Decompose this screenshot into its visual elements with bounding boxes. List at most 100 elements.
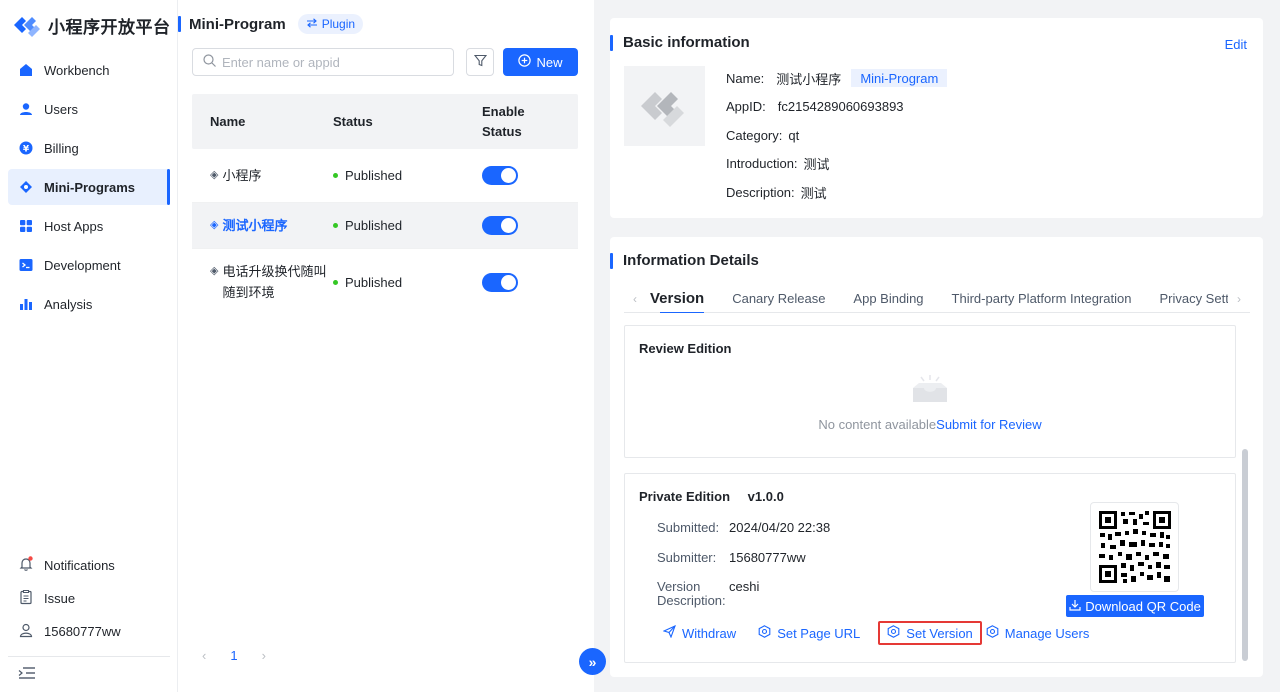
tab-version[interactable]: Version bbox=[646, 285, 718, 313]
title-accent-bar bbox=[610, 252, 613, 269]
sidebar-item-host-apps[interactable]: Host Apps bbox=[8, 208, 170, 244]
svg-text:¥: ¥ bbox=[23, 145, 30, 155]
submit-for-review-link[interactable]: Submit for Review bbox=[936, 417, 1041, 432]
sidebar-nav: Workbench Users ¥ Billing Mini-Programs … bbox=[8, 52, 170, 325]
basic-info-card: Basic information Edit Name: 测试小程序 Mini-… bbox=[610, 18, 1263, 218]
filter-button[interactable] bbox=[466, 48, 494, 76]
table-row[interactable]: ◈ 测试小程序 Published bbox=[192, 203, 578, 249]
details-tabs: ‹ Version Canary Release App Binding Thi… bbox=[624, 285, 1250, 313]
user-name: 15680777ww bbox=[44, 624, 121, 639]
sidebar-item-mini-programs[interactable]: Mini-Programs bbox=[8, 169, 170, 205]
sidebar: 小程序开放平台 Workbench Users ¥ Billing Mini-P… bbox=[0, 0, 178, 692]
title-accent-bar bbox=[610, 34, 613, 51]
enable-toggle[interactable] bbox=[482, 166, 518, 185]
status-dot bbox=[333, 223, 338, 228]
page-number[interactable]: 1 bbox=[230, 648, 237, 663]
set-page-url-button[interactable]: Set Page URL bbox=[754, 621, 864, 645]
diamond-icon: ◈ bbox=[210, 219, 219, 231]
send-icon bbox=[662, 624, 676, 641]
sidebar-bottom: Notifications Issue 15680777ww bbox=[8, 549, 170, 648]
withdraw-label: Withdraw bbox=[682, 625, 737, 641]
row-name: 电话升级换代随叫随到环境 bbox=[222, 264, 327, 300]
row-name: 小程序 bbox=[222, 168, 262, 183]
search-box bbox=[192, 48, 454, 76]
sidebar-item-workbench[interactable]: Workbench bbox=[8, 52, 170, 88]
sidebar-item-label: Development bbox=[44, 257, 121, 273]
edit-link[interactable]: Edit bbox=[1225, 37, 1247, 52]
description-value: 测试 bbox=[800, 185, 827, 201]
hex-settings-icon bbox=[986, 625, 999, 641]
withdraw-button[interactable]: Withdraw bbox=[659, 621, 740, 645]
download-icon bbox=[1069, 599, 1081, 614]
analysis-icon bbox=[18, 296, 34, 312]
search-input[interactable] bbox=[222, 54, 442, 70]
scrollbar-thumb[interactable] bbox=[1242, 449, 1248, 661]
submitted-label: Submitted: bbox=[657, 520, 720, 535]
tab-third-party-integration[interactable]: Third-party Platform Integration bbox=[938, 285, 1146, 313]
category-value: qt bbox=[788, 127, 800, 143]
brand-logo[interactable]: 小程序开放平台 bbox=[12, 12, 171, 38]
hex-settings-icon bbox=[887, 625, 900, 641]
expand-panel-button[interactable]: » bbox=[579, 648, 606, 675]
tab-app-binding[interactable]: App Binding bbox=[839, 285, 937, 313]
row-name: 测试小程序 bbox=[222, 218, 288, 233]
host-apps-icon bbox=[18, 218, 34, 234]
new-button[interactable]: New bbox=[503, 48, 578, 76]
column-header-enable-status: Enable Status bbox=[482, 103, 525, 139]
submitted-value: 2024/04/20 22:38 bbox=[729, 520, 831, 535]
sidebar-item-label: Issue bbox=[44, 591, 76, 606]
scrollbar[interactable] bbox=[1242, 325, 1248, 665]
sidebar-collapse-button[interactable] bbox=[8, 656, 170, 692]
prev-page-icon[interactable]: ‹ bbox=[202, 648, 206, 663]
introduction-label: Introduction: bbox=[726, 156, 798, 172]
details-title: Information Details bbox=[623, 252, 759, 269]
empty-box-icon bbox=[910, 374, 950, 407]
plugin-tag-label: Plugin bbox=[321, 17, 356, 31]
review-edition-panel: Review Edition No content availableSubmi… bbox=[624, 325, 1236, 458]
tab-canary-release[interactable]: Canary Release bbox=[718, 285, 839, 313]
development-icon bbox=[18, 257, 34, 273]
hex-settings-icon bbox=[758, 625, 771, 641]
tab-scroll-right-icon[interactable]: › bbox=[1228, 292, 1250, 306]
sidebar-item-billing[interactable]: ¥ Billing bbox=[8, 130, 170, 166]
billing-icon: ¥ bbox=[18, 140, 34, 156]
basic-info-title: Basic information bbox=[623, 34, 750, 51]
name-label: Name: bbox=[726, 70, 765, 86]
sidebar-item-issue[interactable]: Issue bbox=[8, 582, 170, 615]
name-value: 测试小程序 bbox=[776, 71, 842, 87]
sidebar-item-users[interactable]: Users bbox=[8, 91, 170, 127]
qr-code bbox=[1090, 502, 1179, 592]
sidebar-item-analysis[interactable]: Analysis bbox=[8, 286, 170, 322]
empty-state: No content availableSubmit for Review bbox=[625, 374, 1235, 432]
enable-toggle[interactable] bbox=[482, 216, 518, 235]
tab-scroll-left-icon[interactable]: ‹ bbox=[624, 292, 646, 306]
tab-privacy-settings[interactable]: Privacy Sett bbox=[1145, 285, 1228, 313]
diamond-icon: ◈ bbox=[210, 169, 219, 181]
search-icon bbox=[203, 54, 216, 70]
next-page-icon[interactable]: › bbox=[262, 648, 266, 663]
table-row[interactable]: ◈ 电话升级换代随叫随到环境 Published bbox=[192, 249, 578, 315]
pagination: ‹ 1 › bbox=[202, 648, 266, 663]
set-version-button[interactable]: Set Version bbox=[878, 621, 982, 645]
version-description-value: ceshi bbox=[729, 579, 760, 594]
submitter-value: 15680777ww bbox=[729, 550, 806, 565]
clipboard-icon bbox=[18, 589, 34, 608]
manage-users-button[interactable]: Manage Users bbox=[982, 621, 1094, 645]
private-edition-version: v1.0.0 bbox=[747, 489, 784, 504]
filter-icon bbox=[473, 54, 487, 70]
sidebar-item-notifications[interactable]: Notifications bbox=[8, 549, 170, 582]
mini-programs-icon bbox=[18, 179, 34, 195]
type-tag: Mini-Program bbox=[851, 69, 948, 88]
mini-program-table: Name Status Enable Status ◈ 小程序 Publishe… bbox=[192, 94, 578, 315]
sidebar-item-development[interactable]: Development bbox=[8, 247, 170, 283]
set-version-label: Set Version bbox=[906, 625, 973, 641]
download-qr-code-button[interactable]: Download QR Code bbox=[1066, 595, 1204, 617]
version-description-label: Version Description: bbox=[657, 579, 726, 608]
brand-name: 小程序开放平台 bbox=[48, 17, 171, 37]
sidebar-item-label: Mini-Programs bbox=[44, 179, 136, 195]
enable-toggle[interactable] bbox=[482, 272, 518, 292]
plugin-switch-tag[interactable]: Plugin bbox=[297, 14, 364, 34]
empty-text: No content available bbox=[818, 417, 937, 432]
sidebar-item-user[interactable]: 15680777ww bbox=[8, 615, 170, 648]
table-row[interactable]: ◈ 小程序 Published bbox=[192, 149, 578, 203]
